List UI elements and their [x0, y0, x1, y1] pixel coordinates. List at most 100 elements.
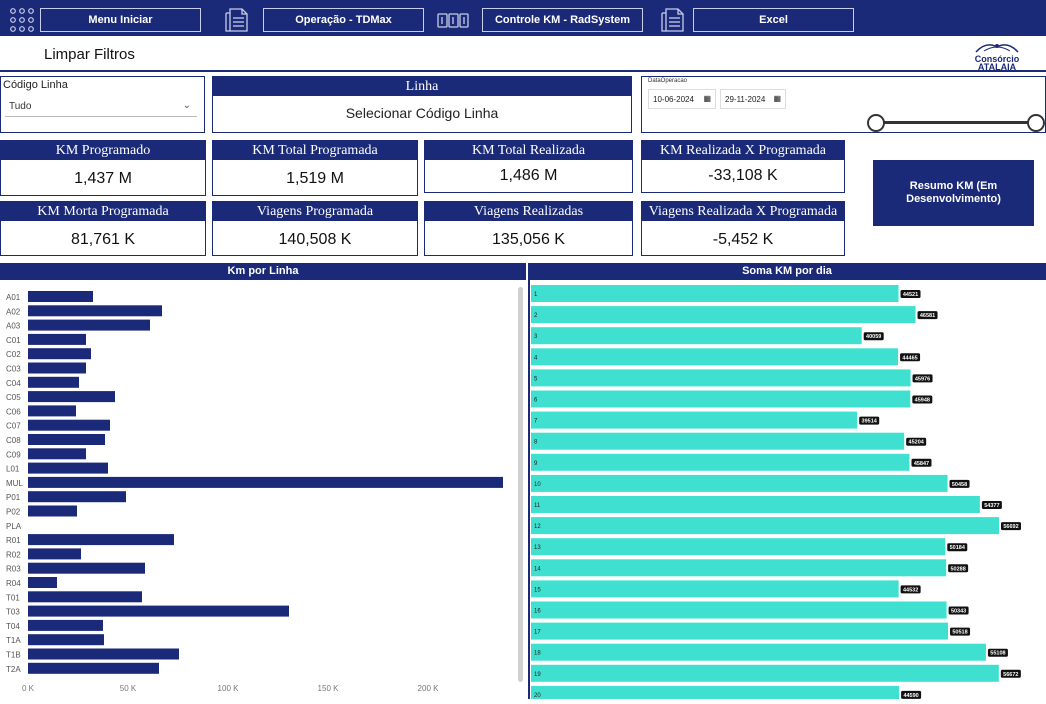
y-tick-label: C07 [6, 422, 21, 431]
bar-day-2[interactable] [531, 306, 916, 324]
bar-P01[interactable] [28, 491, 126, 503]
bar-R03[interactable] [28, 562, 145, 574]
soma-km-por-dia-chart: 1 44521 2 46581 3 40059 4 44465 5 45976 6 45948 7 395… [528, 280, 1046, 703]
kpi-title: KM Morta Programada [1, 202, 205, 221]
operacao-tdmax-button[interactable]: Operação - TDMax [263, 8, 424, 32]
x-tick-label: 150 K [318, 684, 340, 693]
codigo-linha-slicer: Código Linha Tudo ⌄ [0, 76, 205, 133]
bar-R01[interactable] [28, 534, 174, 546]
bar-C07[interactable] [28, 419, 110, 431]
svg-text:ATALAIA: ATALAIA [978, 62, 1017, 71]
data-label: 56692 [1003, 524, 1018, 530]
bar-day-17[interactable] [531, 622, 949, 640]
bar-P02[interactable] [28, 505, 77, 517]
km-por-linha-title: Km por Linha [0, 263, 526, 280]
bar-day-4[interactable] [531, 348, 899, 366]
y-tick-label: 20 [534, 693, 541, 699]
bar-T03[interactable] [28, 605, 289, 617]
y-tick-label: T03 [6, 608, 20, 617]
bar-A03[interactable] [28, 319, 150, 331]
bar-R04[interactable] [28, 577, 57, 588]
bar-C05[interactable] [28, 391, 115, 403]
km-por-linha-chart: A01 A02 A03 C01 C02 C03 C04 C05 C06 C07 C08 C09 L01 M… [0, 280, 526, 699]
date-range-end-handle[interactable] [1027, 114, 1045, 132]
counter-icon [437, 6, 469, 34]
data-label: 50343 [951, 609, 966, 615]
bar-day-5[interactable] [531, 369, 911, 387]
bar-day-14[interactable] [531, 559, 947, 577]
y-tick-label: MUL [6, 479, 23, 488]
excel-button[interactable]: Excel [693, 8, 854, 32]
bar-day-6[interactable] [531, 390, 911, 408]
y-tick-label: 13 [534, 545, 541, 551]
bar-day-3[interactable] [531, 327, 862, 345]
end-date-input[interactable]: 29-11-2024 ▦ [720, 89, 786, 109]
bar-C08[interactable] [28, 434, 105, 445]
kpi-value: 140,508 K [278, 231, 352, 248]
y-tick-label: A01 [6, 293, 21, 302]
x-tick-label: 100 K [218, 684, 240, 693]
y-tick-label: C05 [6, 393, 21, 402]
bar-day-20[interactable] [531, 685, 900, 703]
y-tick-label: T04 [6, 622, 20, 631]
kpi-value: 1,437 M [74, 170, 132, 187]
date-range-slider-track[interactable] [876, 121, 1036, 124]
resumo-km-button[interactable]: Resumo KM (Em Desenvolvimento) [873, 160, 1034, 226]
y-tick-label: 16 [534, 609, 541, 615]
bar-T2A[interactable] [28, 662, 159, 674]
bar-C01[interactable] [28, 333, 86, 345]
bar-day-19[interactable] [531, 664, 999, 682]
start-date-input[interactable]: 10-06-2024 ▦ [648, 89, 716, 109]
bar-day-13[interactable] [531, 538, 946, 556]
bar-day-18[interactable] [531, 643, 986, 661]
start-date-value: 10-06-2024 [653, 95, 694, 104]
y-tick-label: 15 [534, 587, 541, 593]
bar-C03[interactable] [28, 362, 86, 374]
bar-day-1[interactable] [531, 285, 899, 302]
controle-km-radsystem-button[interactable]: Controle KM - RadSystem [482, 8, 643, 32]
y-tick-label: R04 [6, 579, 21, 588]
bar-day-9[interactable] [531, 453, 910, 471]
bar-day-15[interactable] [531, 580, 899, 598]
kpi-title: KM Total Realizada [425, 141, 632, 160]
bar-T04[interactable] [28, 619, 103, 631]
data-label: 44465 [902, 355, 917, 361]
bar-C04[interactable] [28, 376, 79, 388]
y-tick-label: 18 [534, 651, 541, 657]
linha-slicer[interactable]: Linha Selecionar Código Linha [212, 76, 632, 133]
codigo-linha-dropdown[interactable]: Tudo ⌄ [5, 97, 197, 117]
y-tick-label: R01 [6, 536, 21, 545]
document-icon [224, 6, 252, 34]
chart-divider [528, 280, 530, 699]
chevron-down-icon: ⌄ [182, 100, 191, 111]
bar-C06[interactable] [28, 405, 76, 417]
bar-day-12[interactable] [531, 517, 999, 535]
bar-A02[interactable] [28, 305, 162, 317]
bar-R02[interactable] [28, 548, 81, 560]
bar-MUL[interactable] [28, 476, 503, 488]
filter-bar: Limpar Filtros Consórcio ATALAIA [0, 36, 1046, 72]
bar-day-10[interactable] [531, 474, 948, 492]
bar-T1A[interactable] [28, 634, 104, 646]
linha-title: Linha [213, 77, 631, 96]
kpi-km-morta-programada: KM Morta Programada 81,761 K [0, 201, 206, 256]
scrollbar-thumb[interactable] [518, 287, 523, 682]
y-tick-label: 11 [534, 503, 541, 509]
bar-day-7[interactable] [531, 411, 858, 429]
kpi-title: Viagens Realizadas [425, 202, 632, 221]
bar-T01[interactable] [28, 591, 142, 603]
bar-L01[interactable] [28, 462, 108, 474]
kpi-km-total-realizada: KM Total Realizada 1,486 M [424, 140, 633, 193]
bar-A01[interactable] [28, 291, 93, 302]
limpar-filtros-button[interactable]: Limpar Filtros [44, 46, 135, 63]
bar-T1B[interactable] [28, 648, 179, 660]
calendar-icon: ▦ [703, 94, 711, 103]
bar-day-8[interactable] [531, 432, 905, 450]
bar-day-16[interactable] [531, 601, 947, 619]
y-tick-label: 12 [534, 524, 541, 530]
menu-iniciar-button[interactable]: Menu Iniciar [40, 8, 201, 32]
bar-C09[interactable] [28, 448, 86, 460]
bar-day-11[interactable] [531, 496, 980, 513]
bar-C02[interactable] [28, 348, 91, 360]
date-range-start-handle[interactable] [867, 114, 885, 132]
